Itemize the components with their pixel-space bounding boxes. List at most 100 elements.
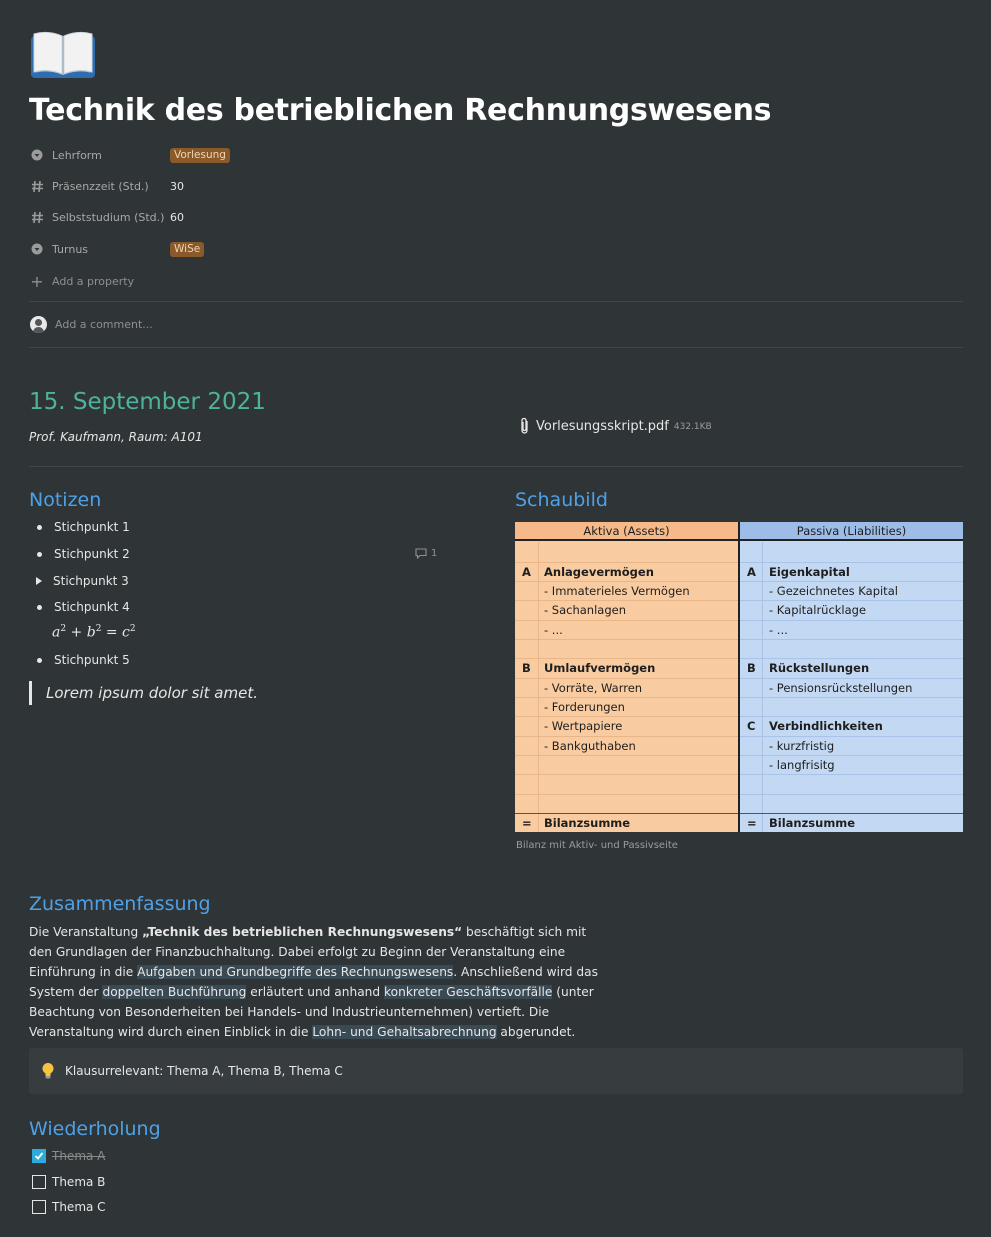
session-date-heading: 15. September 2021 [29,389,266,415]
callout-text: Klausurrelevant: Thema A, Thema B, Thema… [65,1064,343,1078]
highlight-text: Aufgaben und Grundbegriffe des Rechnungs… [137,964,454,979]
todo-item[interactable]: Thema C [32,1200,106,1214]
passiva-column: Passiva (Liabilities) A Eigenkapital - G… [738,522,963,832]
file-attachment[interactable]: Vorlesungsskript.pdf 432.1KB [518,417,712,435]
summary-text: abgerundet. [496,1024,576,1039]
highlight-text: Lohn- und Gehaltsabrechnung [312,1024,497,1039]
property-lehrform[interactable]: Lehrform Vorlesung [30,145,230,165]
aktiva-item: - Immaterieles Vermögen [544,584,690,598]
passiva-c-title: Verbindlichkeiten [769,719,883,733]
property-label: Lehrform [52,148,102,162]
math-equation[interactable]: a2 + b2 = c2 [52,624,136,641]
callout-block[interactable]: Klausurrelevant: Thema A, Thema B, Thema… [29,1048,963,1094]
property-selbststudium[interactable]: Selbststudium (Std.) 60 [30,207,184,227]
aktiva-item: - Sachanlagen [544,603,627,617]
checkbox[interactable] [32,1200,46,1214]
aktiva-sum: Bilanzsumme [544,816,631,830]
passiva-b-title: Rückstellungen [769,661,870,675]
toggle-triangle-icon[interactable] [36,577,42,585]
property-value[interactable]: 30 [170,180,184,193]
highlight-text: doppelten Buchführung [102,984,247,999]
aktiva-item: - Wertpapiere [544,719,623,733]
open-book-icon[interactable] [30,30,96,80]
aktiva-item: - ... [544,623,563,637]
lightbulb-icon [42,1063,54,1079]
divider [29,347,963,348]
add-property-button[interactable]: + Add a property [30,272,134,291]
list-item-label: Stichpunkt 3 [53,574,129,588]
quote-block[interactable]: Lorem ipsum dolor sit amet. [29,681,258,705]
property-label: Präsenzzeit (Std.) [52,179,149,193]
aktiva-item: - Vorräte, Warren [544,681,643,695]
select-icon [30,242,44,256]
checkbox[interactable] [32,1175,46,1189]
add-property-label: Add a property [52,275,135,288]
passiva-a-title: Eigenkapital [769,565,850,579]
summary-paragraph[interactable]: Die Veranstaltung „Technik des betriebli… [29,923,604,1042]
passiva-sum: Bilanzsumme [769,816,856,830]
aktiva-b-title: Umlaufvermögen [544,661,656,675]
bullet-icon [37,524,42,530]
todo-label: Thema C [52,1200,106,1214]
passiva-a-letter: A [747,565,756,579]
page-title[interactable]: Technik des betrieblichen Rechnungswesen… [29,93,772,128]
passiva-item: - langfrisitg [769,758,835,772]
list-item-label: Stichpunkt 5 [54,653,130,667]
property-praesenzzeit[interactable]: Präsenzzeit (Std.) 30 [30,176,184,196]
property-tag[interactable]: WiSe [170,241,205,257]
passiva-item: - Kapitalrücklage [769,603,867,617]
property-label: Turnus [52,242,89,256]
comment-count-button[interactable]: 1 [415,548,437,559]
passiva-item: - ... [769,623,788,637]
aktiva-column: Aktiva (Assets) A Anlagevermögen - Immat… [515,522,738,832]
list-item-label: Stichpunkt 1 [54,520,130,534]
aktiva-header: Aktiva (Assets) [515,522,738,541]
review-heading: Wiederholung [29,1118,161,1140]
number-icon [30,179,44,193]
toggle-item[interactable]: Stichpunkt 3 [36,574,129,588]
comment-count: 1 [431,548,438,559]
plus-icon: + [30,272,44,291]
property-value[interactable]: 60 [170,211,184,224]
list-item[interactable]: Stichpunkt 2 [36,547,130,561]
list-item[interactable]: Stichpunkt 1 [36,520,130,534]
checkbox-checked[interactable] [32,1149,46,1163]
aktiva-sum-letter: = [522,816,532,830]
aktiva-a-letter: A [522,565,531,579]
session-info: Prof. Kaufmann, Raum: A101 [29,430,203,444]
aktiva-item: - Bankguthaben [544,739,636,753]
passiva-item: - Pensionsrückstellungen [769,681,913,695]
property-turnus[interactable]: Turnus WiSe [30,239,205,259]
property-label: Selbststudium (Std.) [52,210,165,224]
property-tag[interactable]: Vorlesung [170,147,230,163]
bullet-icon [37,604,42,610]
bullet-icon [37,657,42,663]
summary-text: Die Veranstaltung [29,925,143,939]
diagram-heading: Schaubild [515,489,608,511]
passiva-c-letter: C [747,719,756,733]
summary-bold-title: „Technik des betrieblichen Rechnungswese… [142,925,463,939]
highlight-text: konkreter Geschäftsvorfälle [384,984,553,999]
list-item[interactable]: Stichpunkt 4 [36,600,130,614]
balance-sheet-image[interactable]: Aktiva (Assets) A Anlagevermögen - Immat… [515,522,963,832]
avatar [30,316,47,333]
divider [29,301,963,302]
add-comment-field[interactable]: Add a comment... [30,316,153,333]
notes-heading: Notizen [29,489,102,511]
comment-icon [415,548,427,559]
summary-text: erläutert und anhand [246,984,385,999]
todo-item[interactable]: Thema B [32,1175,105,1189]
passiva-b-letter: B [747,661,756,675]
select-icon [30,148,44,162]
passiva-item: - kurzfristig [769,739,835,753]
file-size: 432.1KB [673,422,712,432]
list-item-label: Stichpunkt 2 [54,547,130,561]
list-item-label: Stichpunkt 4 [54,600,130,614]
checkmark-icon [34,1152,44,1160]
todo-label: Thema A [52,1149,106,1163]
list-item[interactable]: Stichpunkt 5 [36,653,130,667]
paperclip-icon [521,417,528,434]
passiva-sum-letter: = [747,816,757,830]
comment-placeholder: Add a comment... [55,318,153,331]
todo-item[interactable]: Thema A [32,1149,105,1163]
